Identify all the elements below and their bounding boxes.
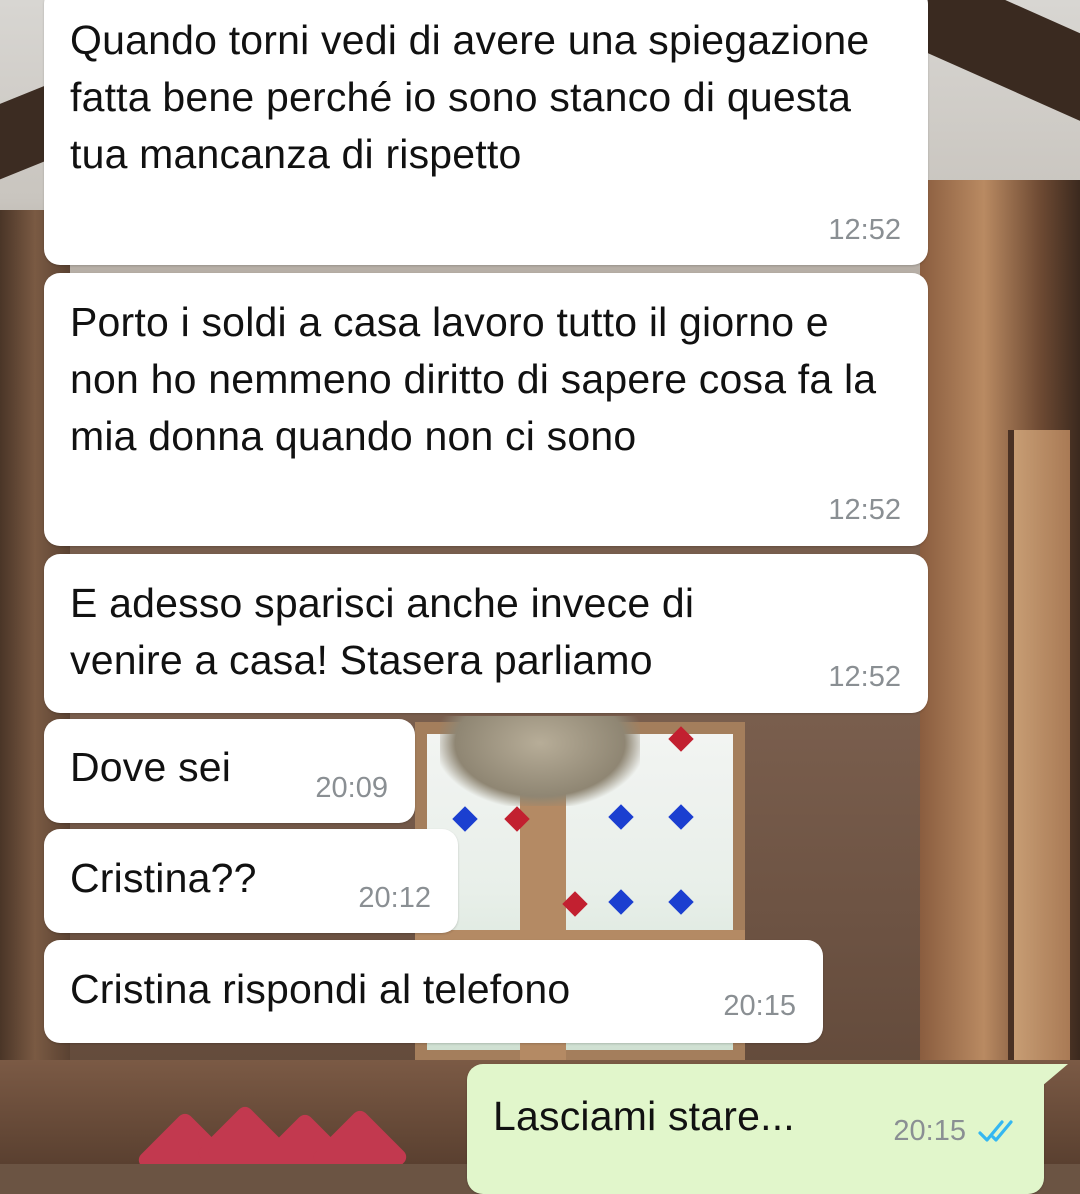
message-text: E adesso sparisci anche invece di venire… — [70, 580, 695, 683]
message-timestamp: 20:15 — [723, 990, 796, 1022]
message-timestamp: 12:52 — [828, 214, 901, 246]
message-text: Porto i soldi a casa lavoro tutto il gio… — [70, 299, 877, 459]
wallpaper-window-transom — [415, 930, 745, 940]
message-timestamp: 20:12 — [358, 882, 431, 914]
message-timestamp: 12:52 — [828, 494, 901, 526]
wallpaper-wall-panel — [1008, 430, 1070, 1164]
message-timestamp: 20:09 — [315, 772, 388, 804]
message-text: Cristina rispondi al telefono — [70, 966, 571, 1012]
message-bubble-incoming[interactable]: Cristina rispondi al telefono 20:15 — [44, 940, 823, 1043]
message-timestamp: 12:52 — [828, 661, 901, 693]
double-check-icon — [978, 1120, 1013, 1142]
message-text: Quando torni vedi di avere una spiegazio… — [70, 17, 870, 177]
message-bubble-incoming[interactable]: Quando torni vedi di avere una spiegazio… — [44, 0, 928, 265]
outgoing-bubble-tail — [1042, 1064, 1068, 1086]
message-bubble-incoming[interactable]: Cristina?? 20:12 — [44, 829, 458, 933]
message-bubble-outgoing[interactable]: Lasciami stare... 20:15 — [467, 1064, 1044, 1194]
message-bubble-incoming[interactable]: E adesso sparisci anche invece di venire… — [44, 554, 928, 713]
wallpaper-lamp — [440, 716, 640, 806]
message-timestamp: 20:15 — [893, 1115, 966, 1147]
message-bubble-incoming[interactable]: Porto i soldi a casa lavoro tutto il gio… — [44, 273, 928, 546]
message-bubble-incoming[interactable]: Dove sei 20:09 — [44, 719, 415, 823]
